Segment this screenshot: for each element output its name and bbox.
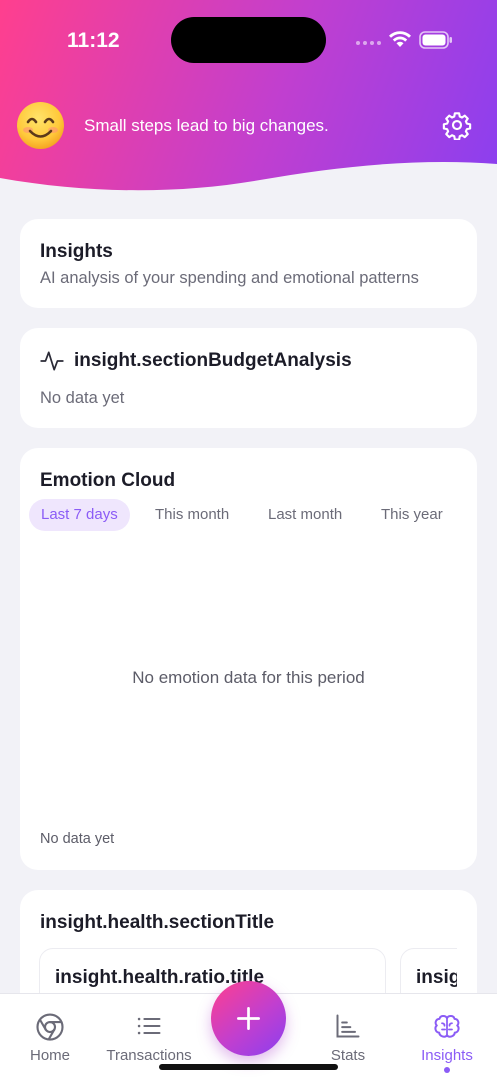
header-tagline: Small steps lead to big changes. bbox=[84, 116, 329, 135]
emotion-footer-text: No data yet bbox=[40, 831, 115, 847]
header-wave bbox=[0, 161, 497, 210]
tab-stats-label: Stats bbox=[330, 1047, 366, 1064]
pulse-icon bbox=[40, 351, 64, 371]
status-time: 11:12 bbox=[67, 29, 120, 52]
period-tab-last-7-days[interactable]: Last 7 days bbox=[29, 499, 130, 531]
tab-insights-label: Insights bbox=[421, 1047, 473, 1064]
status-bar: 11:12 bbox=[0, 0, 497, 80]
budget-analysis-title: insight.sectionBudgetAnalysis bbox=[74, 350, 352, 371]
smiling-face-icon bbox=[17, 102, 64, 149]
emotion-cloud-card: Emotion Cloud Last 7 days This month Las… bbox=[20, 448, 477, 870]
home-indicator bbox=[159, 1064, 338, 1070]
list-icon bbox=[137, 1017, 161, 1035]
tab-transactions-label: Transactions bbox=[106, 1047, 192, 1064]
gear-icon[interactable] bbox=[442, 110, 472, 140]
period-tab-this-month[interactable]: This month bbox=[143, 499, 241, 531]
tab-home-label: Home bbox=[29, 1047, 70, 1064]
tab-insights[interactable]: Insights bbox=[397, 994, 497, 1080]
period-tabs: Last 7 days This month Last month This y… bbox=[29, 499, 477, 531]
dynamic-island bbox=[171, 17, 326, 63]
plus-icon bbox=[237, 1007, 260, 1030]
emotion-empty-message: No emotion data for this period bbox=[132, 668, 365, 687]
battery-icon bbox=[419, 31, 452, 49]
active-tab-indicator bbox=[444, 1067, 450, 1073]
home-icon bbox=[36, 1013, 64, 1041]
signal-icon bbox=[356, 41, 381, 45]
brain-icon bbox=[434, 1014, 460, 1038]
period-tab-this-year[interactable]: This year bbox=[369, 499, 455, 531]
insights-card: Insights AI analysis of your spending an… bbox=[20, 219, 477, 308]
insights-subtitle: AI analysis of your spending and emotion… bbox=[40, 269, 419, 287]
insights-title: Insights bbox=[40, 241, 113, 262]
budget-analysis-empty: No data yet bbox=[40, 389, 125, 407]
bar-chart-icon bbox=[336, 1014, 360, 1038]
tab-home[interactable]: Home bbox=[0, 994, 100, 1080]
health-next-title: insig bbox=[416, 967, 457, 988]
period-tab-last-month[interactable]: Last month bbox=[256, 499, 354, 531]
emotion-cloud-title: Emotion Cloud bbox=[40, 470, 176, 491]
add-transaction-button[interactable] bbox=[211, 981, 286, 1056]
wifi-icon bbox=[389, 31, 411, 47]
budget-analysis-card[interactable]: insight.sectionBudgetAnalysis No data ye… bbox=[20, 328, 477, 428]
